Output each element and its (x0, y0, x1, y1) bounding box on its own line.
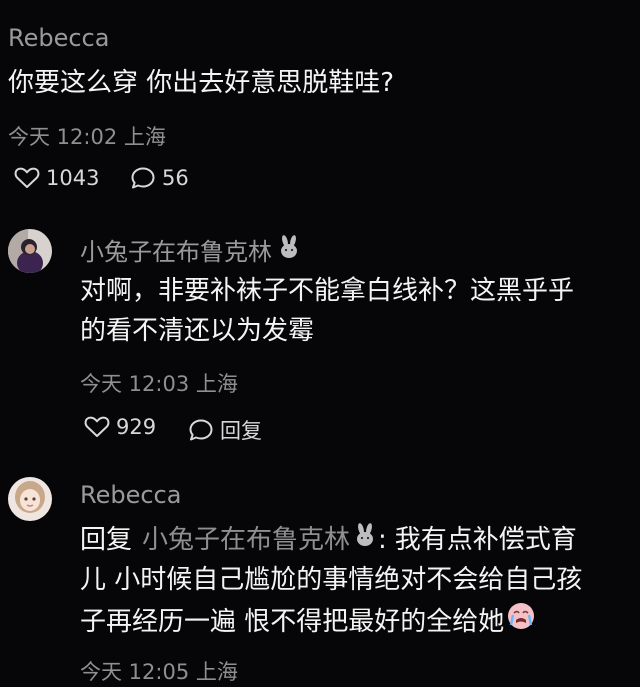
reply-button[interactable]: 56 (130, 166, 189, 190)
rabbit-icon (276, 234, 302, 266)
comment-text-line: 子再经历一遍 恨不得把最好的全给她 (80, 601, 536, 642)
comment-time: 今天 12:05 上海 (80, 660, 238, 684)
reply-text: 我有点补偿式育 (394, 525, 577, 555)
reply-label: 回复 (220, 419, 262, 443)
comment-text-line: 对啊，非要补袜子不能拿白线补？这黑乎乎 (80, 276, 575, 306)
comment-text: 你要这么穿 你出去好意思脱鞋哇? (8, 68, 395, 98)
reply-button[interactable]: 回复 (188, 415, 262, 445)
reply-prefix: 回复 (80, 525, 133, 555)
comment-text-line: 回复 小兔子在布鲁克林 : 我有点补偿式育 (80, 521, 577, 559)
rabbit-icon (352, 521, 378, 559)
comment-author[interactable]: 小兔子在布鲁克林 (80, 232, 272, 267)
comment-time: 今天 12:03 上海 (80, 372, 238, 396)
reply-text: 子再经历一遍 恨不得把最好的全给她 (80, 606, 505, 637)
reply-target-link[interactable]: 小兔子在布鲁克林 (142, 521, 350, 559)
crying-face-icon (506, 601, 536, 642)
comment-author[interactable]: Rebecca (80, 481, 181, 509)
heart-icon (14, 166, 40, 190)
comment-bubble-icon (130, 166, 156, 190)
comment-time: 今天 12:02 上海 (8, 125, 166, 149)
comment-text-line: 的看不清还以为发霉 (80, 316, 315, 346)
comment-bubble-icon (188, 418, 214, 442)
avatar[interactable] (8, 229, 52, 273)
reply-count: 56 (162, 166, 189, 190)
like-count: 929 (116, 415, 157, 439)
like-button[interactable]: 929 (84, 415, 156, 439)
reply-colon: : (378, 525, 387, 555)
like-count: 1043 (46, 166, 100, 190)
heart-icon (84, 415, 110, 439)
comment-text-line: 儿 小时候自己尴尬的事情绝对不会给自己孩 (80, 565, 583, 595)
avatar[interactable] (8, 477, 52, 521)
comment-author-row: 小兔子在布鲁克林 (80, 232, 302, 267)
like-button[interactable]: 1043 (14, 166, 99, 190)
comment-author[interactable]: Rebecca (8, 24, 109, 52)
